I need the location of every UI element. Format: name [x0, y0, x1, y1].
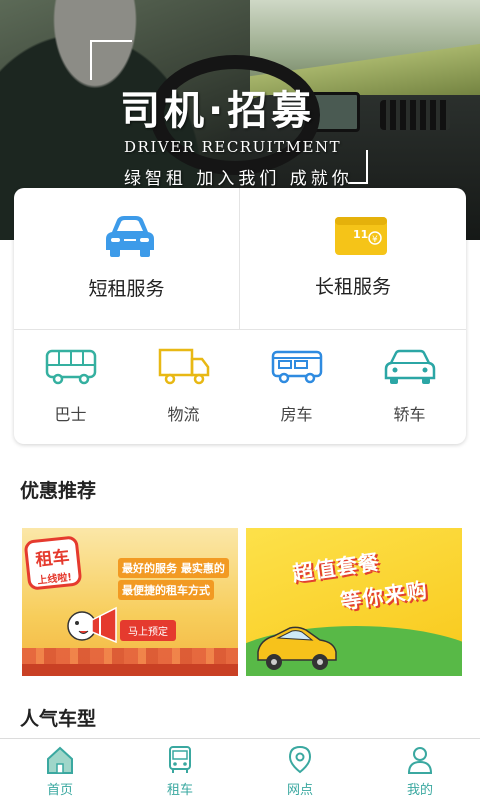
category-logistics[interactable]: 物流: [127, 331, 240, 444]
dashboard-vents: [380, 100, 450, 130]
bottom-nav: 首页 租车 网点 我的: [0, 738, 480, 800]
category-label: 巴士: [54, 405, 87, 424]
book-now-button[interactable]: 马上预定: [120, 620, 176, 641]
promo-badge: 租车 上线啦!: [23, 535, 83, 591]
svg-text:¥: ¥: [372, 235, 378, 245]
service-main-row: 短租服务 11 ¥ 长租服务: [14, 188, 466, 330]
category-label: 轿车: [393, 405, 426, 424]
banner-bracket: [90, 40, 132, 80]
category-label: 房车: [280, 405, 313, 424]
promo-title: 等你来购: [338, 577, 430, 614]
section-title-popular: 人气车型: [20, 708, 97, 730]
nav-label: 首页: [46, 783, 73, 798]
city-ground: [22, 664, 238, 676]
car-icon: [106, 216, 154, 257]
nav-label: 租车: [166, 783, 193, 798]
promo-badge-main: 租车: [34, 547, 71, 571]
short-rent-button[interactable]: 短租服务: [14, 188, 240, 330]
location-pin-icon: [288, 745, 312, 774]
banner-subtitle: DRIVER RECRUITMENT: [124, 138, 342, 156]
short-rent-label: 短租服务: [88, 278, 165, 300]
category-rv[interactable]: 房车: [240, 331, 353, 444]
bus-icon: [45, 349, 97, 385]
megaphone-icon: [67, 606, 117, 644]
section-title-promotions: 优惠推荐: [20, 480, 97, 502]
long-rent-button[interactable]: 11 ¥ 长租服务: [240, 188, 466, 330]
rv-icon: [271, 350, 323, 384]
category-label: 物流: [167, 405, 200, 424]
service-card: 短租服务 11 ¥ 长租服务 巴士 物流 房车 轿车: [14, 188, 466, 444]
nav-label: 网点: [286, 783, 313, 798]
nav-outlets[interactable]: 网点: [240, 739, 360, 800]
nav-rent[interactable]: 租车: [120, 739, 240, 800]
bus-front-icon: [169, 746, 191, 773]
category-sedan[interactable]: 轿车: [353, 331, 466, 444]
yellow-car-icon: [257, 626, 337, 670]
vehicle-category-row: 巴士 物流 房车 轿车: [14, 331, 466, 444]
nav-profile[interactable]: 我的: [360, 739, 480, 800]
svg-text:11: 11: [353, 228, 368, 241]
truck-icon: [158, 348, 210, 385]
promo-line: 最好的服务 最实惠的: [118, 558, 229, 578]
promo-line: 最便捷的租车方式: [118, 580, 214, 600]
home-icon: [47, 746, 73, 774]
category-bus[interactable]: 巴士: [14, 331, 127, 444]
wallet-icon: 11 ¥: [335, 217, 387, 255]
promo-banner-rent-online[interactable]: 租车 上线啦! 最好的服务 最实惠的 最便捷的租车方式 马上预定: [22, 528, 238, 676]
banner-title: 司机·招募: [120, 88, 316, 134]
user-icon: [407, 747, 433, 774]
nav-label: 我的: [406, 783, 433, 798]
nav-home[interactable]: 首页: [0, 739, 120, 800]
banner-tagline: 绿智租 加入我们 成就你: [124, 169, 353, 189]
long-rent-label: 长租服务: [314, 276, 391, 298]
promo-banner-value-package[interactable]: 超值套餐 等你来购: [246, 528, 462, 676]
sedan-icon: [384, 349, 436, 384]
